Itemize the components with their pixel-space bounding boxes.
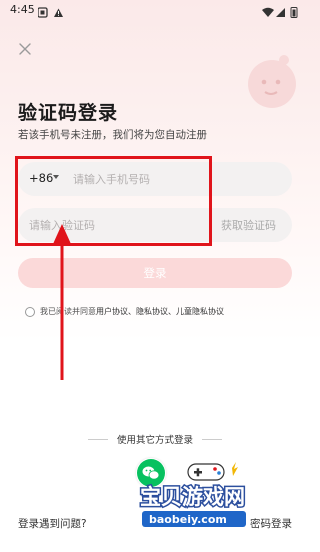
close-icon [19, 43, 31, 55]
wifi-signal-battery-icons [262, 7, 298, 18]
mascot-decoration [240, 50, 304, 114]
mascot-icon [248, 55, 296, 108]
svg-text:baobeiy.com: baobeiy.com [149, 513, 227, 526]
status-time: 4:45 [10, 3, 35, 16]
svg-text:宝贝游戏网: 宝贝游戏网 [140, 485, 245, 509]
notification-icons [37, 7, 63, 18]
agreement-checkbox[interactable] [25, 307, 35, 317]
other-login-methods: 使用其它方式登录 [0, 431, 310, 447]
close-button[interactable] [16, 40, 34, 58]
highlight-box-annotation [15, 156, 212, 246]
other-login-label: 使用其它方式登录 [116, 435, 193, 446]
divider-right [202, 439, 222, 440]
gamepad-icon [187, 462, 238, 481]
page-subtitle: 若该手机号未注册，我们将为您自动注册 [18, 129, 207, 141]
agreement-links[interactable]: 用户协议、隐私协议、儿童隐私协议 [96, 307, 224, 316]
status-system-icons [262, 4, 300, 23]
get-code-button[interactable]: 获取验证码 [221, 217, 276, 233]
login-trouble-link[interactable]: 登录遇到问题? [18, 516, 87, 531]
status-bar: 4:45 [0, 0, 310, 20]
arrow-up-annotation-icon [53, 224, 71, 380]
page-title: 验证码登录 [18, 102, 119, 124]
password-login-link[interactable]: 密码登录 [250, 516, 292, 531]
status-notification-icons [37, 4, 78, 23]
